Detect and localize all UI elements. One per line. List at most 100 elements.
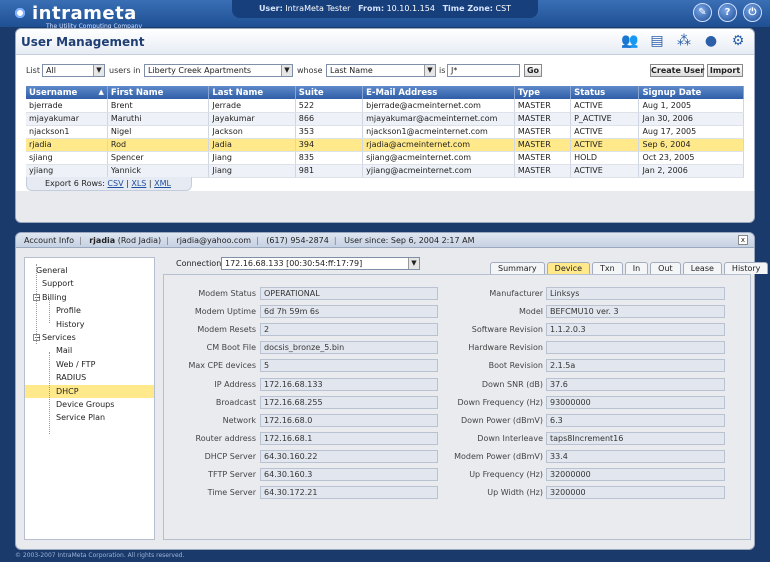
tree-item-radius[interactable]: RADIUS xyxy=(56,371,86,384)
help-icon[interactable]: ? xyxy=(718,3,737,22)
tree-line xyxy=(49,298,50,323)
table-row[interactable]: sjiang Spencer Jiang 835 sjiang@acmeinternet… xyxy=(26,151,744,165)
table-cell: HOLD xyxy=(570,151,640,165)
column-header[interactable]: Type xyxy=(514,86,572,99)
table-cell: ACTIVE xyxy=(570,99,640,113)
field-label: Software Revision xyxy=(471,325,543,335)
table-cell: 981 xyxy=(295,164,364,178)
device-detail: Modem Status OPERATIONAL Modem Uptime 6d 7h… xyxy=(163,274,751,540)
field-value: BEFCMU10 ver. 3 xyxy=(546,305,725,319)
separator: | xyxy=(126,179,129,188)
tree-item-services[interactable]: Services xyxy=(42,331,76,344)
table-cell: sjiang@acmeinternet.com xyxy=(362,151,515,165)
go-button[interactable]: Go xyxy=(524,64,542,77)
table-cell: ACTIVE xyxy=(570,125,640,139)
connection-select[interactable]: 172.16.68.133 [00:30:54:ff:17:79] ▼ xyxy=(221,257,420,270)
account-email: rjadia@yahoo.com xyxy=(176,236,252,245)
connection-label: Connection xyxy=(176,259,222,268)
table-cell: Rod xyxy=(107,138,210,152)
location-select[interactable]: Liberty Creek Apartments ▼ xyxy=(144,64,293,77)
tab-history[interactable]: History xyxy=(723,262,769,274)
table-row[interactable]: rjadia Rod Jadia 394 rjadia@acmeinternet.com… xyxy=(26,138,744,152)
connection-value: 172.16.68.133 [00:30:54:ff:17:79] xyxy=(225,259,363,268)
field-row: Model xyxy=(164,305,543,318)
column-header[interactable]: E-Mail Address xyxy=(362,86,515,99)
table-cell: MASTER xyxy=(514,112,572,126)
table-cell: 353 xyxy=(295,125,364,139)
table-cell: MASTER xyxy=(514,99,572,113)
tree-item-support[interactable]: Support xyxy=(42,277,74,290)
tree-item-web-ftp[interactable]: Web / FTP xyxy=(56,358,95,371)
field-label: Down Frequency (Hz) xyxy=(457,397,543,407)
table-row[interactable]: yjiang Yannick Jiang 981 yjiang@acmeinternet… xyxy=(26,164,744,178)
table-cell: yjiang@acmeinternet.com xyxy=(362,164,515,178)
timezone-value: CST xyxy=(495,4,512,13)
gears-icon[interactable]: ⚙ xyxy=(728,31,748,51)
table-cell: Yannick xyxy=(107,164,210,178)
table-row[interactable]: mjayakumar Maruthi Jayakumar 866 mjayakumar@… xyxy=(26,112,744,126)
column-header[interactable]: Username ▲ xyxy=(26,86,108,99)
tree-item-billing[interactable]: Billing xyxy=(42,291,67,304)
table-cell: 394 xyxy=(295,138,364,152)
table-row[interactable]: bjerrade Brent Jerrade 522 bjerrade@acmeinte… xyxy=(26,99,744,113)
field-row: Up Width (Hz) xyxy=(164,486,543,499)
tab-device[interactable]: Device xyxy=(546,262,591,274)
column-header[interactable]: Last Name xyxy=(208,86,296,99)
table-cell: 522 xyxy=(295,99,364,113)
tree-item-service-plan[interactable]: Service Plan xyxy=(56,411,105,424)
network-icon[interactable]: ⁂ xyxy=(674,31,694,51)
close-icon[interactable]: x xyxy=(738,235,748,245)
power-icon[interactable]: ⏻ xyxy=(743,3,762,22)
table-cell: Jan 2, 2006 xyxy=(638,164,744,178)
table-cell: 866 xyxy=(295,112,364,126)
column-header[interactable]: Status xyxy=(570,86,640,99)
table-row[interactable]: njackson1 Nigel Jackson 353 njackson1@acmein… xyxy=(26,125,744,139)
export-xls-link[interactable]: XLS xyxy=(131,179,146,188)
table-cell: njackson1@acmeinternet.com xyxy=(362,125,515,139)
table-cell: sjiang xyxy=(26,151,108,165)
field-row: Down Frequency (Hz) xyxy=(164,396,543,409)
table-cell: Jayakumar xyxy=(208,112,296,126)
table-cell: Sep 6, 2004 xyxy=(638,138,744,152)
table-cell: ACTIVE xyxy=(570,138,640,152)
tab-summary[interactable]: Summary xyxy=(490,262,545,274)
tree-item-profile[interactable]: Profile xyxy=(56,304,81,317)
export-xml-link[interactable]: XML xyxy=(154,179,171,188)
column-header[interactable]: First Name xyxy=(107,86,210,99)
globe-icon[interactable]: ● xyxy=(701,31,721,51)
tree-item-dhcp[interactable]: DHCP xyxy=(25,384,154,398)
table-cell: Brent xyxy=(107,99,210,113)
table-cell: njackson1 xyxy=(26,125,108,139)
column-header[interactable]: Signup Date xyxy=(638,86,744,99)
tree-item-general[interactable]: General xyxy=(36,264,68,277)
tree-item-history[interactable]: History xyxy=(56,318,84,331)
create-user-button[interactable]: Create User xyxy=(650,64,704,77)
field-value: 32000000 xyxy=(546,468,725,481)
tab-in[interactable]: In xyxy=(624,262,649,274)
ledger-icon[interactable]: ▤ xyxy=(647,31,667,51)
field-row: Down SNR (dB) xyxy=(164,378,543,391)
list-label: List xyxy=(26,66,40,75)
list-select[interactable]: All ▼ xyxy=(42,64,105,77)
location-select-value: Liberty Creek Apartments xyxy=(148,66,252,75)
table-cell: rjadia xyxy=(26,138,108,152)
query-input[interactable]: J* xyxy=(447,64,520,77)
tab-lease[interactable]: Lease xyxy=(682,262,722,274)
tree-line xyxy=(36,264,37,344)
users-icon[interactable]: 👥 xyxy=(620,31,640,51)
users-table: Username ▲ First Name Last Name Suite E-Mail … xyxy=(26,86,744,178)
tab-txn[interactable]: Txn xyxy=(592,262,623,274)
export-csv-link[interactable]: CSV xyxy=(107,179,123,188)
field-select[interactable]: Last Name ▼ xyxy=(326,64,436,77)
tree-item-mail[interactable]: Mail xyxy=(56,344,72,357)
brand-logo[interactable]: intrameta The Utility Computing Company xyxy=(12,3,142,30)
import-button[interactable]: Import xyxy=(707,64,743,77)
table-cell: mjayakumar xyxy=(26,112,108,126)
wrench-icon[interactable]: ✎ xyxy=(693,3,712,22)
tree-item-device-groups[interactable]: Device Groups xyxy=(56,398,114,411)
tab-out[interactable]: Out xyxy=(650,262,681,274)
column-header[interactable]: Suite xyxy=(295,86,364,99)
field-row: Modem Power (dBmV) xyxy=(164,450,543,463)
table-cell: Jadia xyxy=(208,138,296,152)
query-value: J* xyxy=(451,66,458,75)
